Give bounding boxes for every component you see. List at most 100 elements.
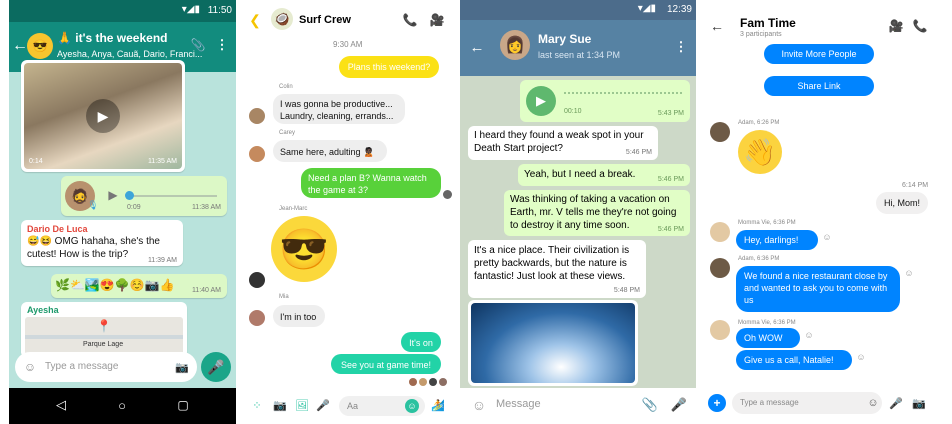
video-icon[interactable]: 🎥 [429, 12, 445, 28]
emoji-icon[interactable]: ☺ [866, 396, 880, 410]
phone-icon[interactable]: 📞 [912, 18, 928, 34]
emoji-row: 🌿⛅🏞️😍🌳☺️📷👍 [55, 278, 175, 292]
menu-icon[interactable]: ⋮ [216, 37, 229, 53]
react-icon[interactable]: ☺ [856, 352, 866, 362]
sender-name: Mia [279, 294, 289, 300]
read-receipt-avatar [443, 190, 452, 199]
message-time: 11:39 AM [147, 257, 177, 264]
outgoing-message: It's on [401, 332, 441, 352]
emoji-icon[interactable]: ☺ [23, 360, 37, 374]
apps-grid-icon[interactable]: ⁘ [251, 398, 263, 412]
add-icon[interactable]: + [708, 394, 726, 412]
group-avatar[interactable]: 😎 [27, 33, 53, 59]
sender-name: Carey [279, 130, 296, 136]
play-icon[interactable]: ▶ [86, 99, 120, 133]
avatar [710, 258, 730, 278]
sender-time: Momma Vie, 6:36 PM [738, 220, 796, 226]
sender-name: Dario De Luca [27, 224, 88, 234]
avatar [710, 222, 730, 242]
react-icon[interactable]: ☺ [822, 232, 832, 242]
message-input[interactable]: Aa ☺ [339, 396, 425, 416]
avatar [249, 272, 265, 288]
mic-icon[interactable]: 🎤 [316, 398, 330, 412]
voice-progress-bar[interactable] [127, 195, 217, 197]
camera-icon[interactable]: 📷 [912, 396, 926, 410]
voice-message[interactable]: 🧔 🎙 ▶ 0:09 11:38 AM [61, 176, 227, 216]
video-call-icon[interactable]: 🎥 [888, 18, 904, 34]
back-nav-icon[interactable]: ◁ [53, 396, 69, 414]
chat-title[interactable]: Surf Crew [299, 14, 351, 26]
back-arrow-icon[interactable]: ← [470, 38, 485, 56]
sticker-icon[interactable]: 🏄 [431, 398, 445, 412]
message-input[interactable]: Message [496, 398, 541, 410]
location-message[interactable]: Ayesha 📍 Parque Lage [21, 302, 187, 358]
outgoing-message: Plans this weekend? [339, 56, 439, 78]
incoming-message: Dario De Luca 😅😆 OMG hahaha, she's the c… [21, 220, 183, 266]
mic-icon[interactable]: 🎤 [671, 396, 687, 414]
emoji-icon[interactable]: ☺ [405, 399, 419, 413]
chat-title[interactable]: 🙏 it's the weekend [57, 31, 168, 45]
back-arrow-icon[interactable]: ← [12, 36, 28, 56]
signal-icon: ▾◢▮ [181, 4, 200, 15]
android-nav-bar: ◁ ○ ▢ [9, 388, 236, 424]
call-icon[interactable]: 📞 [403, 12, 418, 28]
camera-icon[interactable]: 📷 [273, 398, 287, 412]
menu-icon[interactable]: ⋮ [675, 38, 688, 56]
map-preview[interactable]: 📍 Parque Lage [25, 317, 183, 355]
group-avatar[interactable]: 🥥 [271, 8, 293, 30]
mic-icon[interactable]: 🎤 [889, 396, 903, 410]
mic-button[interactable]: 🎤 [201, 352, 231, 382]
paperclip-icon[interactable]: 📎 [191, 37, 206, 53]
play-icon[interactable]: ▶ [107, 188, 119, 202]
outgoing-message: Was thinking of taking a vacation on Ear… [504, 190, 690, 236]
message-input[interactable]: Type a message [732, 392, 882, 414]
avatar [710, 320, 730, 340]
back-arrow-icon[interactable]: ← [710, 18, 724, 34]
play-icon[interactable]: ▶ [526, 86, 556, 116]
message-input[interactable]: Type a message [45, 361, 118, 372]
photo-message[interactable] [468, 300, 638, 386]
react-icon[interactable]: ☺ [804, 330, 814, 340]
contact-name[interactable]: Mary Sue [538, 32, 591, 46]
chat-title[interactable]: Fam Time [740, 16, 796, 30]
back-chevron-icon[interactable]: ❮ [249, 12, 261, 28]
telegram-panel: 12:39 ▾◢▮ ← 👩 Mary Sue last seen at 1:34… [460, 0, 696, 424]
message-time: 5:46 PM [625, 149, 652, 156]
waving-emoji-sticker: 👋 [738, 130, 782, 174]
contact-avatar[interactable]: 👩 [500, 30, 530, 60]
status-time: 11:50 [207, 5, 232, 16]
react-icon[interactable]: ☺ [904, 268, 914, 278]
message-time: 5:48 PM [613, 287, 640, 294]
message-input-bar[interactable]: ☺ Message 📎 🎤 [460, 388, 696, 424]
gallery-icon[interactable]: 🖼 [295, 398, 309, 412]
incoming-message: I heard they found a weak spot in your D… [468, 126, 658, 160]
waveform [564, 92, 682, 98]
incoming-message: It's a nice place. Their civilization is… [468, 240, 646, 298]
sunglasses-emoji-sticker: 😎 [271, 216, 337, 282]
home-nav-icon[interactable]: ○ [114, 396, 130, 414]
voice-scrubber[interactable] [125, 191, 134, 200]
video-time: 11:35 AM [147, 158, 177, 165]
outgoing-message: Hi, Mom! [876, 192, 928, 214]
map-pin-icon: 📍 [96, 319, 112, 333]
photo-image [471, 303, 635, 383]
outgoing-message: Yeah, but I need a break. 5:46 PM [518, 164, 690, 186]
incoming-message: I was gonna be productive... Laundry, cl… [273, 94, 405, 124]
recents-nav-icon[interactable]: ▢ [175, 396, 191, 414]
avatar [710, 122, 730, 142]
outgoing-message: Need a plan B? Wanna watch the game at 3… [301, 168, 441, 198]
paperclip-icon[interactable]: 📎 [642, 396, 658, 414]
invite-button[interactable]: Invite More People [764, 44, 874, 64]
location-sender: Ayesha [27, 305, 59, 315]
emoji-icon[interactable]: ☺ [470, 396, 488, 414]
video-message[interactable]: ▶ 0:14 11:35 AM [21, 60, 185, 172]
incoming-message: We found a nice restaurant close by and … [736, 266, 900, 312]
message-input-bar[interactable]: ☺ Type a message 📷 [15, 352, 197, 382]
camera-icon[interactable]: 📷 [175, 360, 189, 374]
last-seen: last seen at 1:34 PM [538, 50, 621, 60]
voice-message[interactable]: ▶ 00:10 5:43 PM [520, 80, 690, 122]
read-receipt-avatar [419, 378, 427, 386]
read-receipt-avatar [429, 378, 437, 386]
voice-time: 11:38 AM [191, 204, 221, 211]
share-link-button[interactable]: Share Link [764, 76, 874, 96]
